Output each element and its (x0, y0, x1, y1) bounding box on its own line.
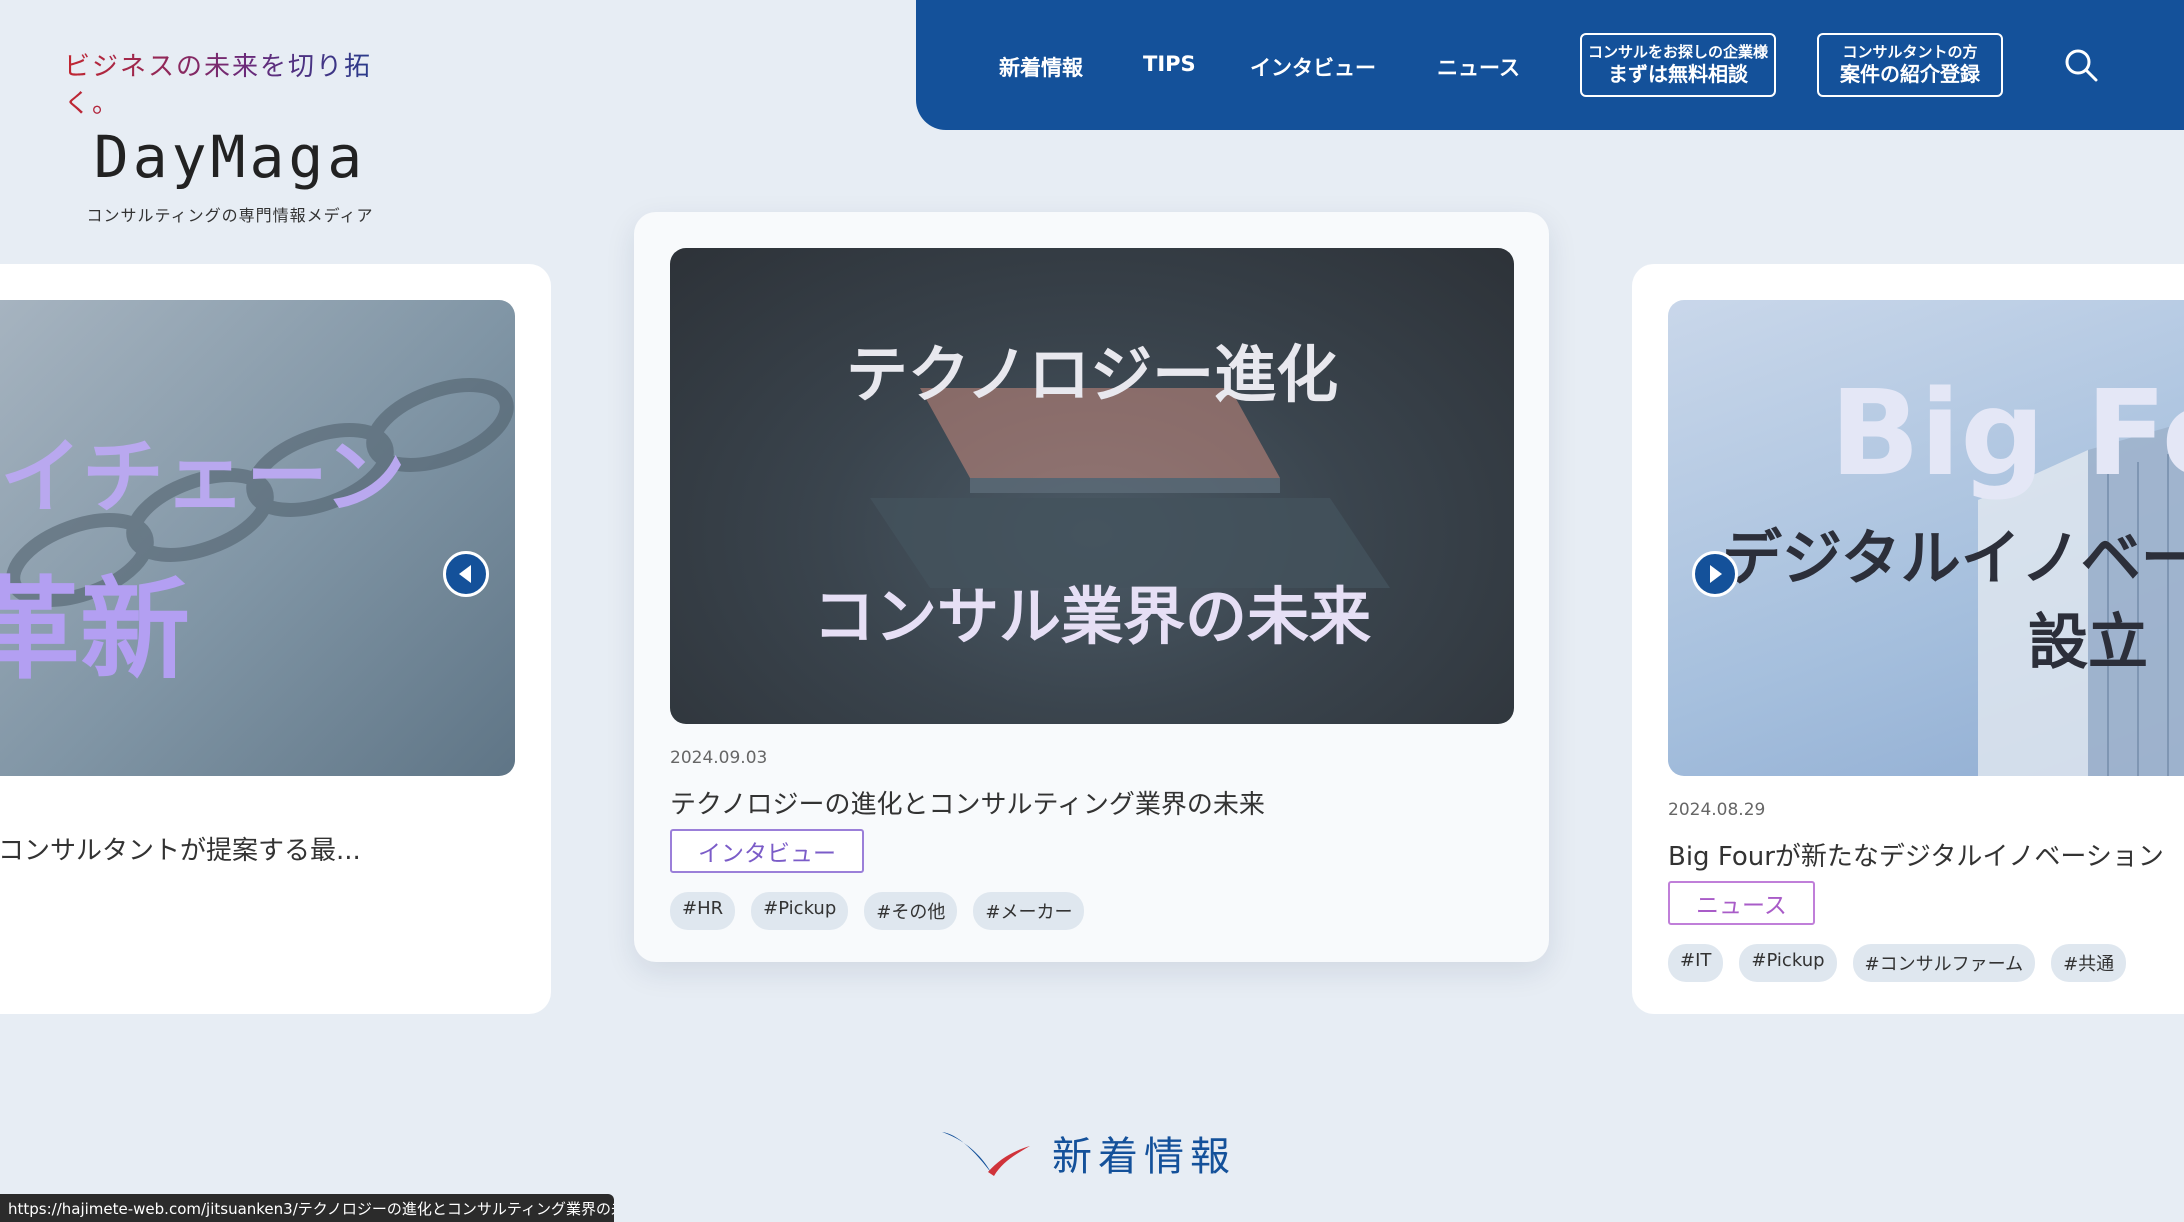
logo-name: DayMaga (93, 123, 367, 191)
article-card-left[interactable]: イチェーン 革新 コンサルタントが提案する最... (0, 264, 551, 1014)
article-title[interactable]: テクノロジーの進化とコンサルティング業界の未来 (670, 784, 1520, 821)
carousel-prev-button[interactable] (443, 551, 489, 597)
thumb-text-3: 設立 (2028, 608, 2148, 678)
tag-chip[interactable]: #コンサルファーム (1852, 944, 2036, 982)
thumb-text-2: 革新 (0, 566, 190, 694)
search-icon[interactable] (2064, 48, 2098, 82)
thumb-text-1: Big Fo (1830, 364, 2184, 502)
tag-chip[interactable]: #Pickup (1739, 944, 1837, 982)
article-thumbnail[interactable]: イチェーン 革新 (0, 300, 515, 776)
thumb-text-2: コンサル業界の未来 (812, 580, 1371, 653)
tag-chip[interactable]: #Pickup (751, 892, 849, 930)
consultant-register-button[interactable]: コンサルタントの方 案件の紹介登録 (1817, 33, 2003, 97)
thumb-text-1: イチェーン (0, 430, 406, 525)
article-date: 2024.09.03 (670, 748, 768, 768)
thumb-text-2: デジタルイノベー (1722, 524, 2184, 594)
arrow-right-icon (1710, 565, 1722, 583)
tag-chip[interactable]: #メーカー (973, 892, 1085, 930)
article-title[interactable]: Big Fourが新たなデジタルイノベーション (1668, 836, 2184, 873)
free-consultation-label-small: コンサルをお探しの企業様 (1587, 43, 1768, 61)
tag-chip[interactable]: #その他 (864, 892, 958, 930)
tag-chip[interactable]: #IT (1668, 944, 1724, 982)
logo-tagline: ビジネスの未来を切り拓く。 (60, 46, 400, 120)
consultant-register-label-small: コンサルタントの方 (1842, 43, 1978, 61)
category-tag[interactable]: インタビュー (670, 829, 864, 873)
chain-image (6, 378, 514, 607)
tag-list: #IT #Pickup #コンサルファーム #共通 (1668, 944, 2127, 982)
tag-chip[interactable]: #共通 (2051, 944, 2127, 982)
article-thumbnail[interactable]: テクノロジー進化 コンサル業界の未来 (670, 248, 1514, 724)
site-logo[interactable]: ビジネスの未来を切り拓く。 DayMaga コンサルティングの専門情報メディア (60, 46, 400, 226)
nav-item-tips[interactable]: TIPS (1143, 52, 1196, 76)
browser-status-url: https://hajimete-web.com/jitsuanken3/テクノ… (0, 1194, 614, 1222)
arrow-left-icon (459, 565, 471, 583)
section-heading: 新着情報 (940, 1124, 1236, 1182)
article-thumbnail[interactable]: Big Fo デジタルイノベー 設立 (1668, 300, 2184, 776)
logo-subtitle: コンサルティングの専門情報メディア (86, 205, 374, 225)
article-card-right[interactable]: Big Fo デジタルイノベー 設立 2024.08.29 Big Fourが新… (1632, 264, 2184, 1014)
tag-chip[interactable]: #HR (670, 892, 736, 930)
article-title[interactable]: コンサルタントが提案する最... (0, 830, 518, 867)
nav-item-interview[interactable]: インタビュー (1250, 52, 1376, 82)
thumb-text-1: テクノロジー進化 (845, 338, 1339, 411)
article-card-center[interactable]: テクノロジー進化 コンサル業界の未来 2024.09.03 テクノロジーの進化と… (634, 212, 1549, 962)
swoosh-icon (942, 1132, 1030, 1176)
carousel-next-button[interactable] (1692, 551, 1738, 597)
consultant-register-label: 案件の紹介登録 (1840, 62, 1980, 86)
free-consultation-button[interactable]: コンサルをお探しの企業様 まずは無料相談 (1580, 33, 1776, 97)
free-consultation-label: まずは無料相談 (1608, 62, 1748, 86)
header-nav: 新着情報 TIPS インタビュー ニュース コンサルをお探しの企業様 まずは無料… (916, 0, 2184, 130)
section-title: 新着情報 (1052, 1134, 1236, 1180)
category-tag[interactable]: ニュース (1668, 881, 1815, 925)
tag-list: #HR #Pickup #その他 #メーカー (670, 892, 1085, 930)
nav-item-news[interactable]: ニュース (1437, 52, 1520, 82)
article-date: 2024.08.29 (1668, 800, 1766, 820)
nav-item-news-latest[interactable]: 新着情報 (999, 52, 1083, 82)
